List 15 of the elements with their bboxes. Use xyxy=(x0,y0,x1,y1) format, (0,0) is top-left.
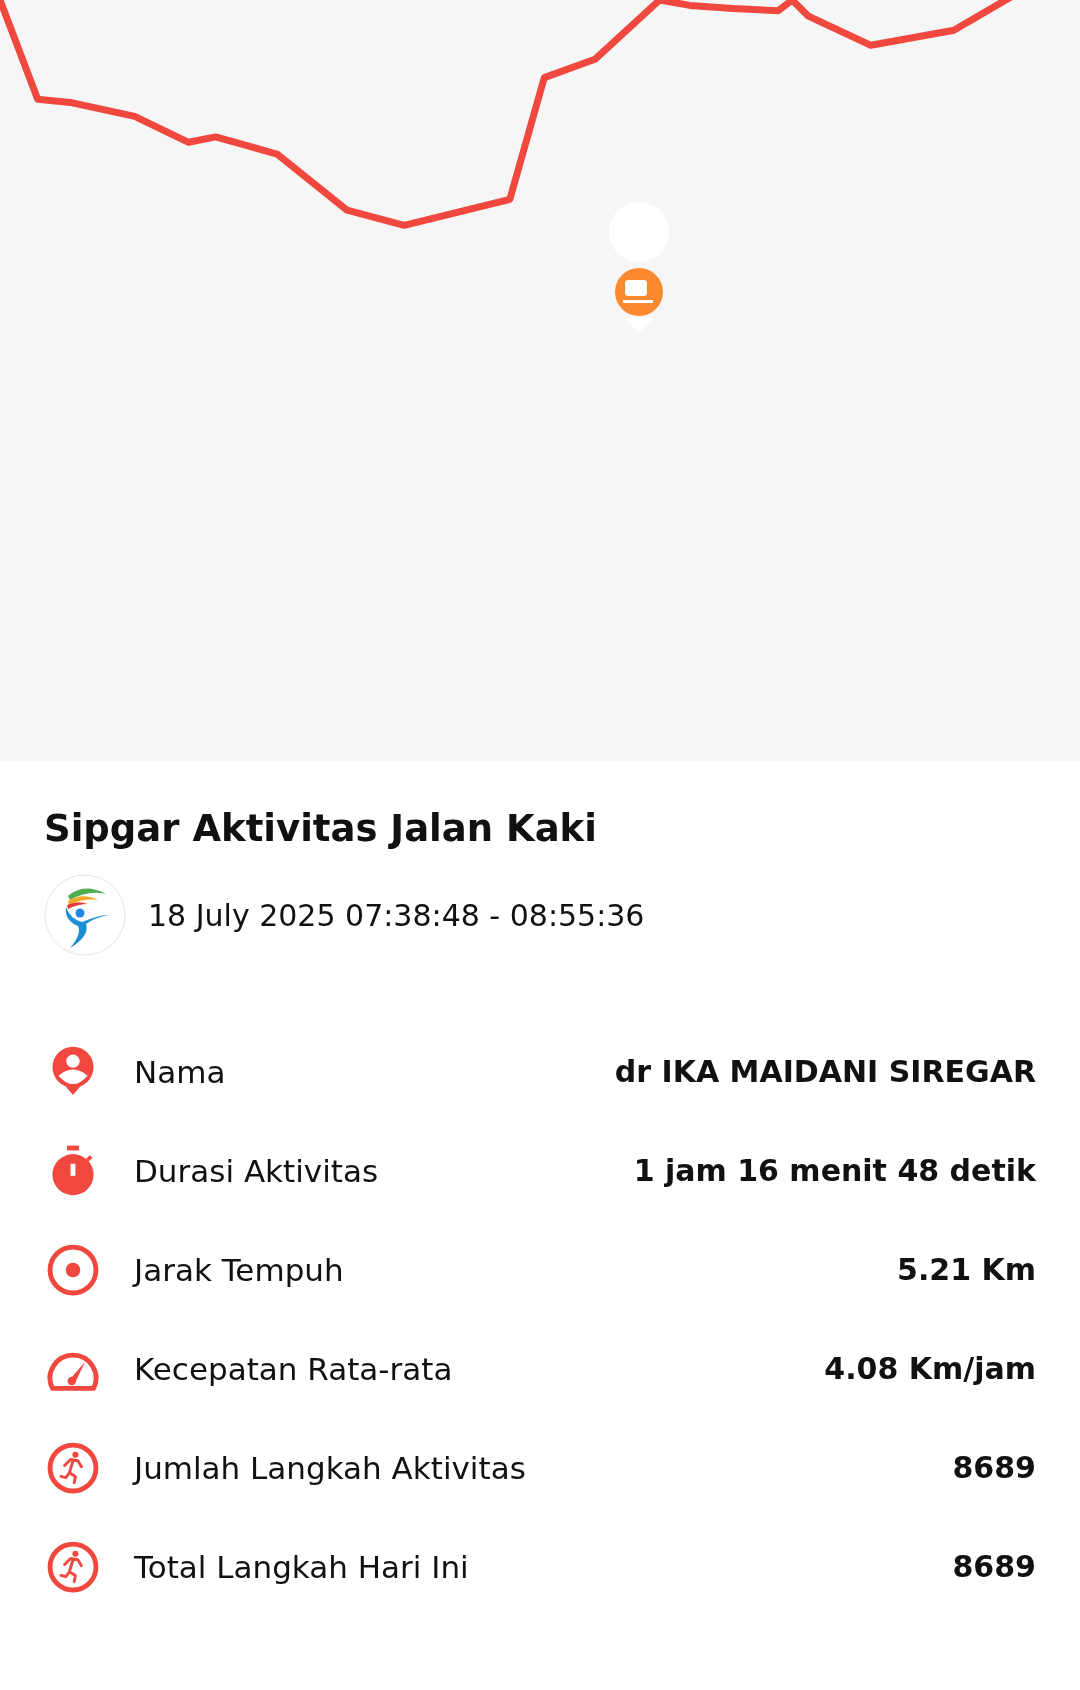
stat-value: dr IKA MAIDANI SIREGAR xyxy=(614,1054,1036,1089)
stat-label: Jumlah Langkah Aktivitas xyxy=(134,1449,527,1486)
stat-label: Jarak Tempuh xyxy=(134,1251,345,1288)
stat-label: Durasi Aktivitas xyxy=(134,1152,380,1189)
stat-value: 4.08 Km/jam xyxy=(824,1351,1036,1386)
stat-value: 8689 xyxy=(952,1450,1036,1485)
activity-time: 18 July 2025 07:38:48 - 08:55:36 xyxy=(148,897,645,933)
activity-title: Sipgar Aktivitas Jalan Kaki xyxy=(44,807,598,850)
stat-label: Nama xyxy=(134,1053,227,1090)
stat-value: 5.21 Km xyxy=(897,1252,1036,1287)
logo-icon xyxy=(44,874,126,956)
stat-value: 1 jam 16 menit 48 detik xyxy=(633,1153,1036,1188)
stat-label: Kecepatan Rata-rata xyxy=(134,1350,454,1387)
stat-label: Total Langkah Hari Ini xyxy=(134,1548,470,1585)
stat-value: 8689 xyxy=(952,1549,1036,1584)
